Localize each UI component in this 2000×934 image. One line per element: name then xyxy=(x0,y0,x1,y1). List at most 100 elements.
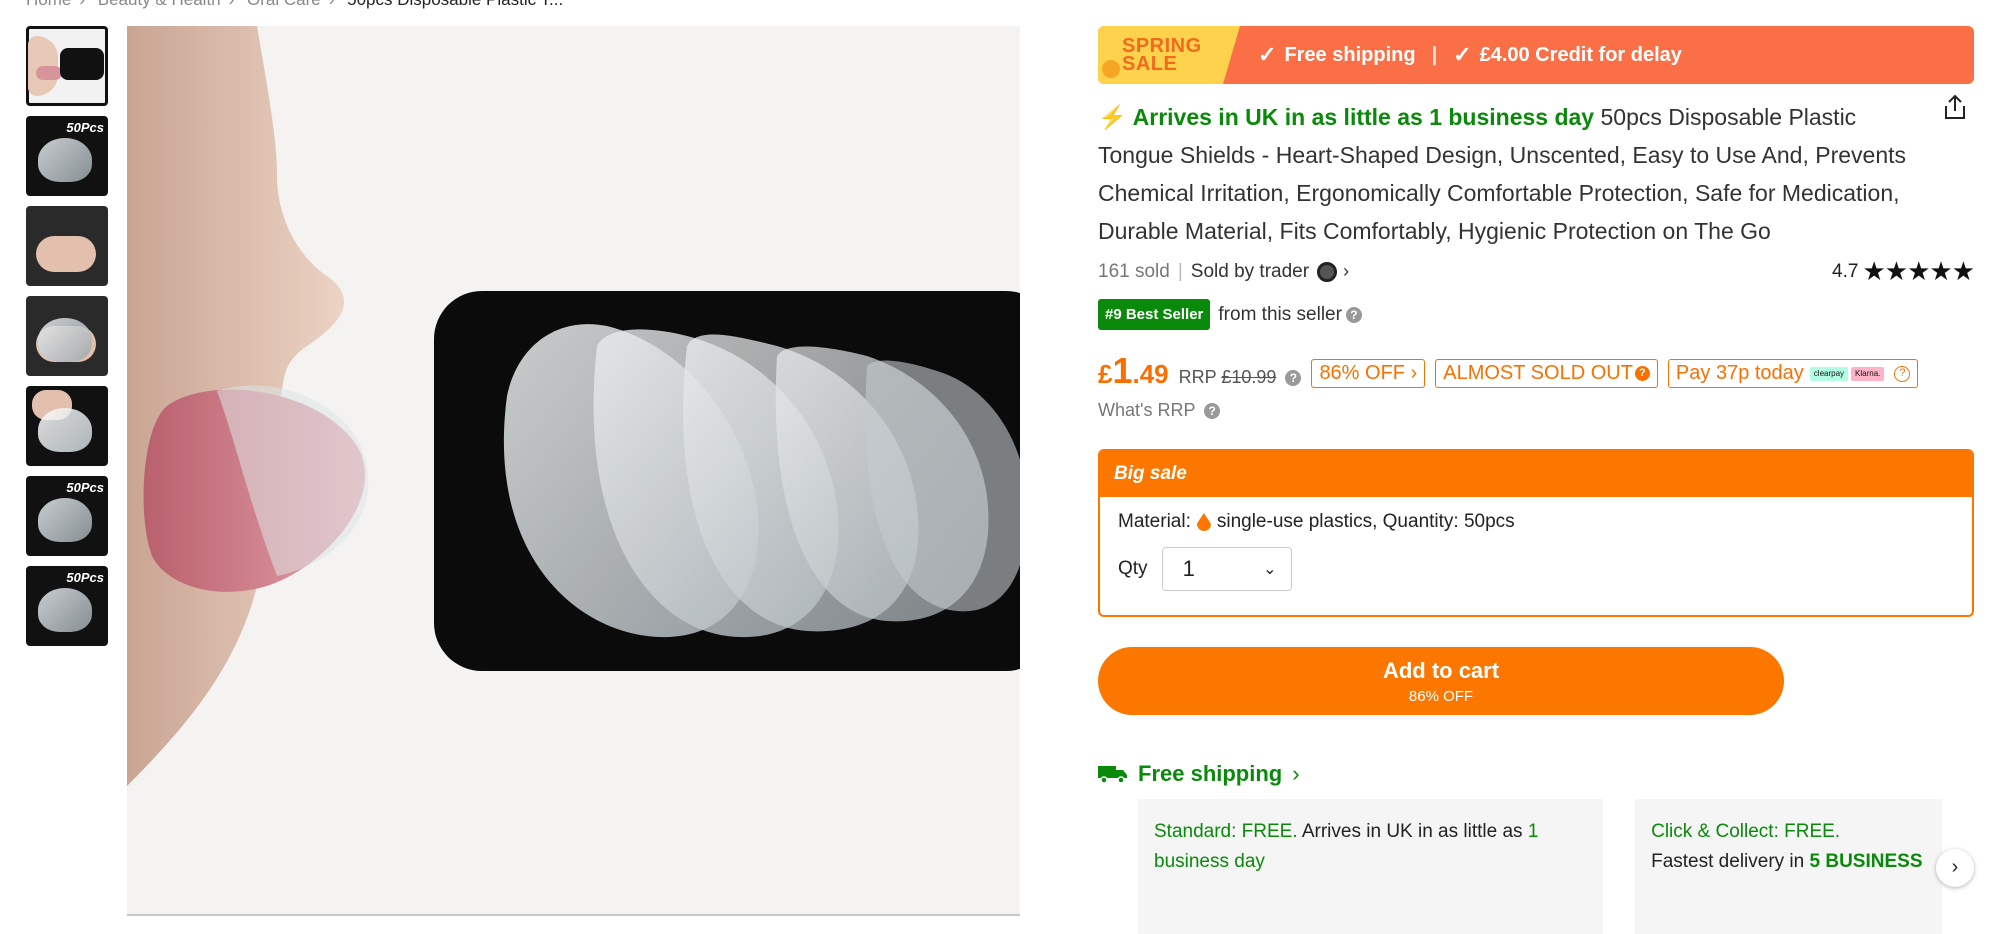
breadcrumb-category[interactable]: Beauty & Health xyxy=(98,0,221,9)
pack-image xyxy=(38,408,92,452)
truck-icon xyxy=(1098,766,1127,784)
price: £1.49 xyxy=(1098,350,1169,392)
standard-text: Arrives in UK in as little as xyxy=(1301,821,1523,842)
thumbnail-7[interactable]: 50Pcs xyxy=(26,566,108,646)
thumbnail-5[interactable] xyxy=(26,386,108,466)
thumbnail-6[interactable]: 50Pcs xyxy=(26,476,108,556)
discount-text: 86% OFF xyxy=(1319,362,1406,384)
help-icon: ? xyxy=(1634,366,1650,381)
pack-image xyxy=(38,138,92,182)
rating-value: 4.7 xyxy=(1832,260,1859,282)
paw-icon xyxy=(1102,60,1120,78)
qty-row: Qty 1 ⌄ xyxy=(1118,547,1954,591)
qty-label: Qty xyxy=(1118,558,1148,579)
help-icon[interactable]: ? xyxy=(1285,370,1302,387)
thumbnail-1[interactable] xyxy=(26,26,108,106)
pack-image xyxy=(38,318,92,362)
big-sale-box: Big sale Material: single-use plastics, … xyxy=(1098,449,1974,617)
flame-icon xyxy=(1196,513,1211,531)
tongue-shape xyxy=(36,66,62,80)
check-icon: ✓ xyxy=(1258,42,1277,67)
add-to-cart-sub: 86% OFF xyxy=(1408,687,1474,705)
bestseller-badge[interactable]: #9 Best Seller xyxy=(1098,299,1211,330)
promo-banner[interactable]: SPRING SALE ✓ Free shipping | ✓ £4.00 Cr… xyxy=(1098,26,1974,84)
stock-badge[interactable]: ALMOST SOLD OUT? xyxy=(1435,359,1658,388)
help-icon[interactable]: ? xyxy=(1345,306,1362,323)
bestseller-row: #9 Best Seller from this seller ? xyxy=(1098,299,1974,330)
bestseller-text: from this seller xyxy=(1218,303,1342,325)
material-value: single-use plastics, Quantity: 50pcs xyxy=(1216,511,1515,532)
shipping-options: Standard: FREE. Arrives in UK in as litt… xyxy=(1138,799,1974,934)
chevron-right-icon: › xyxy=(1410,362,1418,384)
standard-shipping-card[interactable]: Standard: FREE. Arrives in UK in as litt… xyxy=(1138,799,1604,934)
main-product-image[interactable] xyxy=(127,26,1020,916)
breadcrumb-home[interactable]: Home xyxy=(26,0,71,9)
qty-select[interactable]: 1 ⌄ xyxy=(1161,547,1292,591)
pay-later-text: Pay 37p today xyxy=(1675,362,1804,384)
collect-label: Click & Collect: FREE. xyxy=(1651,821,1841,842)
thumbnail-list: 50Pcs 50Pcs 50Pcs xyxy=(26,26,108,656)
rating[interactable]: 4.7 ★★★★★ xyxy=(1832,256,1975,287)
banner-free-shipping: Free shipping xyxy=(1284,43,1416,66)
hand-image xyxy=(36,236,96,272)
whats-rrp-text: What's RRP xyxy=(1098,400,1196,420)
product-details: SPRING SALE ✓ Free shipping | ✓ £4.00 Cr… xyxy=(1098,26,1975,934)
free-shipping-title: Free shipping xyxy=(1138,761,1283,786)
discount-badge[interactable]: 86% OFF › xyxy=(1311,359,1426,388)
spring-sale-badge: SPRING SALE xyxy=(1098,26,1240,84)
chevron-down-icon: ⌄ xyxy=(1263,561,1277,578)
chevron-right-icon: › xyxy=(1292,761,1300,786)
product-photo xyxy=(127,26,1020,786)
check-icon: ✓ xyxy=(1453,42,1472,67)
banner-items: ✓ Free shipping | ✓ £4.00 Credit for del… xyxy=(1240,26,1682,84)
price-row: £1.49 RRP £10.99 ? 86% OFF › ALMOST SOLD… xyxy=(1098,350,1974,392)
klarna-logo: Klarna. xyxy=(1851,366,1885,381)
lightning-icon: ⚡ xyxy=(1098,104,1127,130)
material-row: Material: single-use plastics, Quantity:… xyxy=(1118,511,1954,533)
next-arrow-button[interactable]: › xyxy=(1936,849,1974,887)
rrp: RRP £10.99 ? xyxy=(1179,367,1302,388)
collect-text: Fastest delivery in xyxy=(1651,851,1805,872)
chevron-right-icon[interactable]: › xyxy=(1343,261,1349,282)
thumbnail-3[interactable] xyxy=(26,206,108,286)
collect-days: 5 BUSINESS xyxy=(1809,851,1923,872)
breadcrumb: Home› Beauty & Health› Oral Care› 50pcs … xyxy=(26,0,571,10)
rrp-value: £10.99 xyxy=(1221,367,1277,387)
qty-value: 1 xyxy=(1182,556,1195,581)
clearpay-logo: clearpay xyxy=(1809,366,1849,381)
sale-box-body: Material: single-use plastics, Quantity:… xyxy=(1100,497,1972,615)
product-title: ⚡ Arrives in UK in as little as 1 busines… xyxy=(1098,98,1974,250)
breadcrumb-subcategory[interactable]: Oral Care xyxy=(247,0,321,9)
big-sale-title: Big sale xyxy=(1100,451,1972,497)
thumbnail-label: 50Pcs xyxy=(66,480,104,495)
currency-symbol: £ xyxy=(1098,359,1113,389)
thumbnail-2[interactable]: 50Pcs xyxy=(26,116,108,196)
material-label: Material: xyxy=(1118,511,1191,532)
click-collect-card[interactable]: Click & Collect: FREE. Fastest delivery … xyxy=(1635,799,1942,934)
product-board xyxy=(60,48,104,80)
sold-by-link[interactable]: Sold by trader xyxy=(1191,261,1309,283)
price-fraction: .49 xyxy=(1132,359,1169,389)
banner-separator: | xyxy=(1431,43,1438,66)
star-rating-icon: ★★★★★ xyxy=(1862,256,1975,286)
arrival-text: Arrives in UK in as little as 1 business… xyxy=(1132,104,1595,130)
thumbnail-label: 50Pcs xyxy=(66,120,104,135)
standard-label: Standard: FREE. xyxy=(1154,821,1298,842)
seller-meta: 161 sold | Sold by trader › 4.7 ★★★★★ xyxy=(1098,256,1975,287)
banner-credit: £4.00 Credit for delay xyxy=(1479,43,1682,66)
help-icon: ? xyxy=(1894,365,1911,382)
share-icon[interactable] xyxy=(1940,92,1970,122)
add-to-cart-label: Add to cart xyxy=(1382,657,1500,683)
thumbnail-4[interactable] xyxy=(26,296,108,376)
price-whole: 1 xyxy=(1112,350,1133,391)
pack-image xyxy=(38,498,92,542)
free-shipping-header[interactable]: Free shipping › xyxy=(1098,761,1974,787)
pay-later-badge[interactable]: Pay 37p today clearpay Klarna.? xyxy=(1667,359,1919,388)
sale-line-2: SALE xyxy=(1122,53,1178,75)
thumbnail-label: 50Pcs xyxy=(66,570,104,585)
whats-rrp[interactable]: What's RRP ? xyxy=(1098,400,1974,421)
add-to-cart-button[interactable]: Add to cart 86% OFF xyxy=(1098,647,1784,715)
seller-avatar[interactable] xyxy=(1317,261,1338,282)
rrp-label: RRP xyxy=(1178,367,1217,387)
pack-image xyxy=(38,588,92,632)
